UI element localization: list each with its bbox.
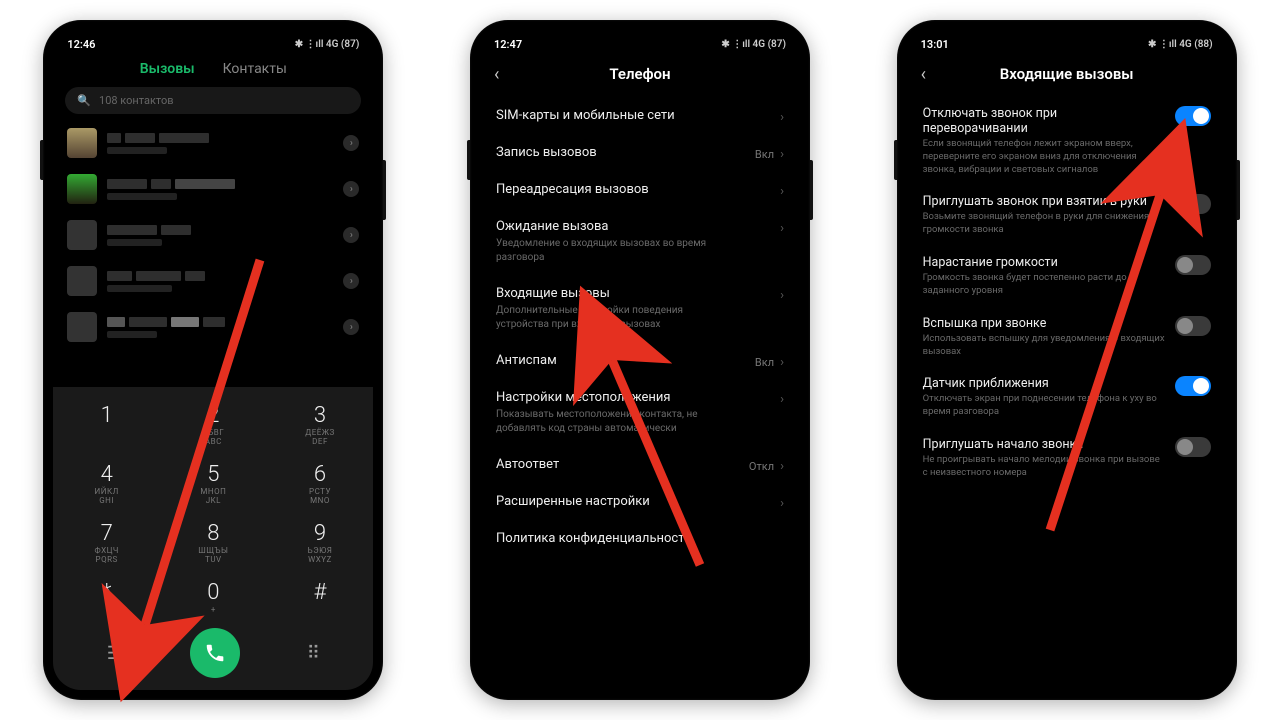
settings-row[interactable]: Политика конфиденциальности	[480, 520, 800, 557]
call-row[interactable]: ›	[53, 304, 373, 350]
dialpad-toggle-icon[interactable]: ⠿	[307, 643, 320, 664]
call-row[interactable]: ›	[53, 212, 373, 258]
toggle-row[interactable]: Вспышка при звонкеИспользовать вспышку д…	[907, 307, 1227, 368]
clock: 12:46	[67, 38, 95, 51]
toggle-switch[interactable]	[1175, 437, 1211, 457]
chevron-right-icon[interactable]: ›	[343, 181, 359, 197]
phone-mockup-incoming-calls: 13:01 ✱ ⋮ıll 4G (88) ‹ Входящие вызовы О…	[897, 20, 1237, 700]
dialpad-key-7[interactable]: 7ФХЦЧPQRS	[53, 513, 160, 572]
call-row[interactable]: ›	[53, 120, 373, 166]
status-icons: ✱ ⋮ıll 4G (87)	[721, 39, 786, 50]
tab-contacts[interactable]: Контакты	[223, 61, 287, 77]
page-title: Телефон	[494, 65, 786, 83]
dialpad-key-*[interactable]: *	[53, 572, 160, 622]
dialpad-key-8[interactable]: 8ШЩЪЫTUV	[160, 513, 267, 572]
dialpad-key-9[interactable]: 9ЬЭЮЯWXYZ	[267, 513, 374, 572]
toggle-switch[interactable]	[1175, 316, 1211, 336]
toggle-row[interactable]: Нарастание громкостиГромкость звонка буд…	[907, 246, 1227, 307]
toggle-row[interactable]: Отключать звонок при переворачиванииЕсли…	[907, 97, 1227, 185]
dialpad-key-0[interactable]: 0+	[160, 572, 267, 622]
settings-row[interactable]: АвтоответОткл›	[480, 446, 800, 483]
clock: 12:47	[494, 38, 522, 51]
status-icons: ✱ ⋮ıll 4G (88)	[1148, 39, 1213, 50]
toggle-row[interactable]: Приглушать звонок при взятии в рукиВозьм…	[907, 185, 1227, 246]
toggle-row[interactable]: Датчик приближенияОтключать экран при по…	[907, 367, 1227, 428]
phone-mockup-dialer: 12:46 ✱ ⋮ıll 4G (87) Вызовы Контакты 🔍 1…	[43, 20, 383, 700]
status-bar: 12:47 ✱ ⋮ıll 4G (87)	[480, 30, 800, 55]
status-bar: 13:01 ✱ ⋮ıll 4G (88)	[907, 30, 1227, 55]
settings-row[interactable]: Настройки местоположенияПоказывать место…	[480, 379, 800, 446]
search-placeholder: 108 контактов	[99, 94, 174, 107]
settings-row[interactable]: Запись вызововВкл›	[480, 134, 800, 171]
toggle-switch[interactable]	[1175, 194, 1211, 214]
call-row[interactable]: ›	[53, 258, 373, 304]
page-title: Входящие вызовы	[921, 65, 1213, 83]
status-bar: 12:46 ✱ ⋮ıll 4G (87)	[53, 30, 373, 55]
dialpad-key-6[interactable]: 6РСТУMNO	[267, 454, 374, 513]
chevron-right-icon[interactable]: ›	[343, 319, 359, 335]
settings-row[interactable]: Переадресация вызовов›	[480, 171, 800, 208]
settings-row[interactable]: АнтиспамВкл›	[480, 342, 800, 379]
phone-mockup-phone-settings: 12:47 ✱ ⋮ıll 4G (87) ‹ Телефон SIM-карты…	[470, 20, 810, 700]
settings-row[interactable]: Расширенные настройки›	[480, 483, 800, 520]
clock: 13:01	[921, 38, 949, 51]
chevron-right-icon[interactable]: ›	[343, 273, 359, 289]
dialpad-key-2[interactable]: 2АБВГABC	[160, 395, 267, 454]
search-input[interactable]: 🔍 108 контактов	[65, 87, 361, 114]
chevron-right-icon[interactable]: ›	[343, 227, 359, 243]
tab-calls[interactable]: Вызовы	[140, 61, 195, 77]
toggle-switch[interactable]	[1175, 255, 1211, 275]
settings-row[interactable]: SIM-карты и мобильные сети›	[480, 97, 800, 134]
dialpad: 12АБВГABC3ДЕЁЖЗDEF 4ИЙКЛGHI5МНОПJKL6РСТУM…	[53, 387, 373, 690]
chevron-right-icon[interactable]: ›	[343, 135, 359, 151]
search-icon: 🔍	[77, 94, 91, 107]
back-icon[interactable]: ‹	[921, 64, 926, 85]
settings-row[interactable]: Ожидание вызоваУведомление о входящих вы…	[480, 208, 800, 275]
dialpad-key-4[interactable]: 4ИЙКЛGHI	[53, 454, 160, 513]
settings-row[interactable]: Входящие вызовыДополнительные настройки …	[480, 275, 800, 342]
toggle-row[interactable]: Приглушать начало звонкаНе проигрывать н…	[907, 428, 1227, 489]
menu-icon[interactable]: ☰	[107, 643, 123, 664]
dialpad-key-#[interactable]: #	[267, 572, 374, 622]
back-icon[interactable]: ‹	[494, 64, 499, 85]
call-row[interactable]: ›	[53, 166, 373, 212]
dialpad-key-3[interactable]: 3ДЕЁЖЗDEF	[267, 395, 374, 454]
dialpad-key-5[interactable]: 5МНОПJKL	[160, 454, 267, 513]
dialpad-key-1[interactable]: 1	[53, 395, 160, 454]
call-button[interactable]	[190, 628, 240, 678]
toggle-switch[interactable]	[1175, 376, 1211, 396]
status-icons: ✱ ⋮ıll 4G (87)	[295, 39, 360, 50]
toggle-switch[interactable]	[1175, 106, 1211, 126]
